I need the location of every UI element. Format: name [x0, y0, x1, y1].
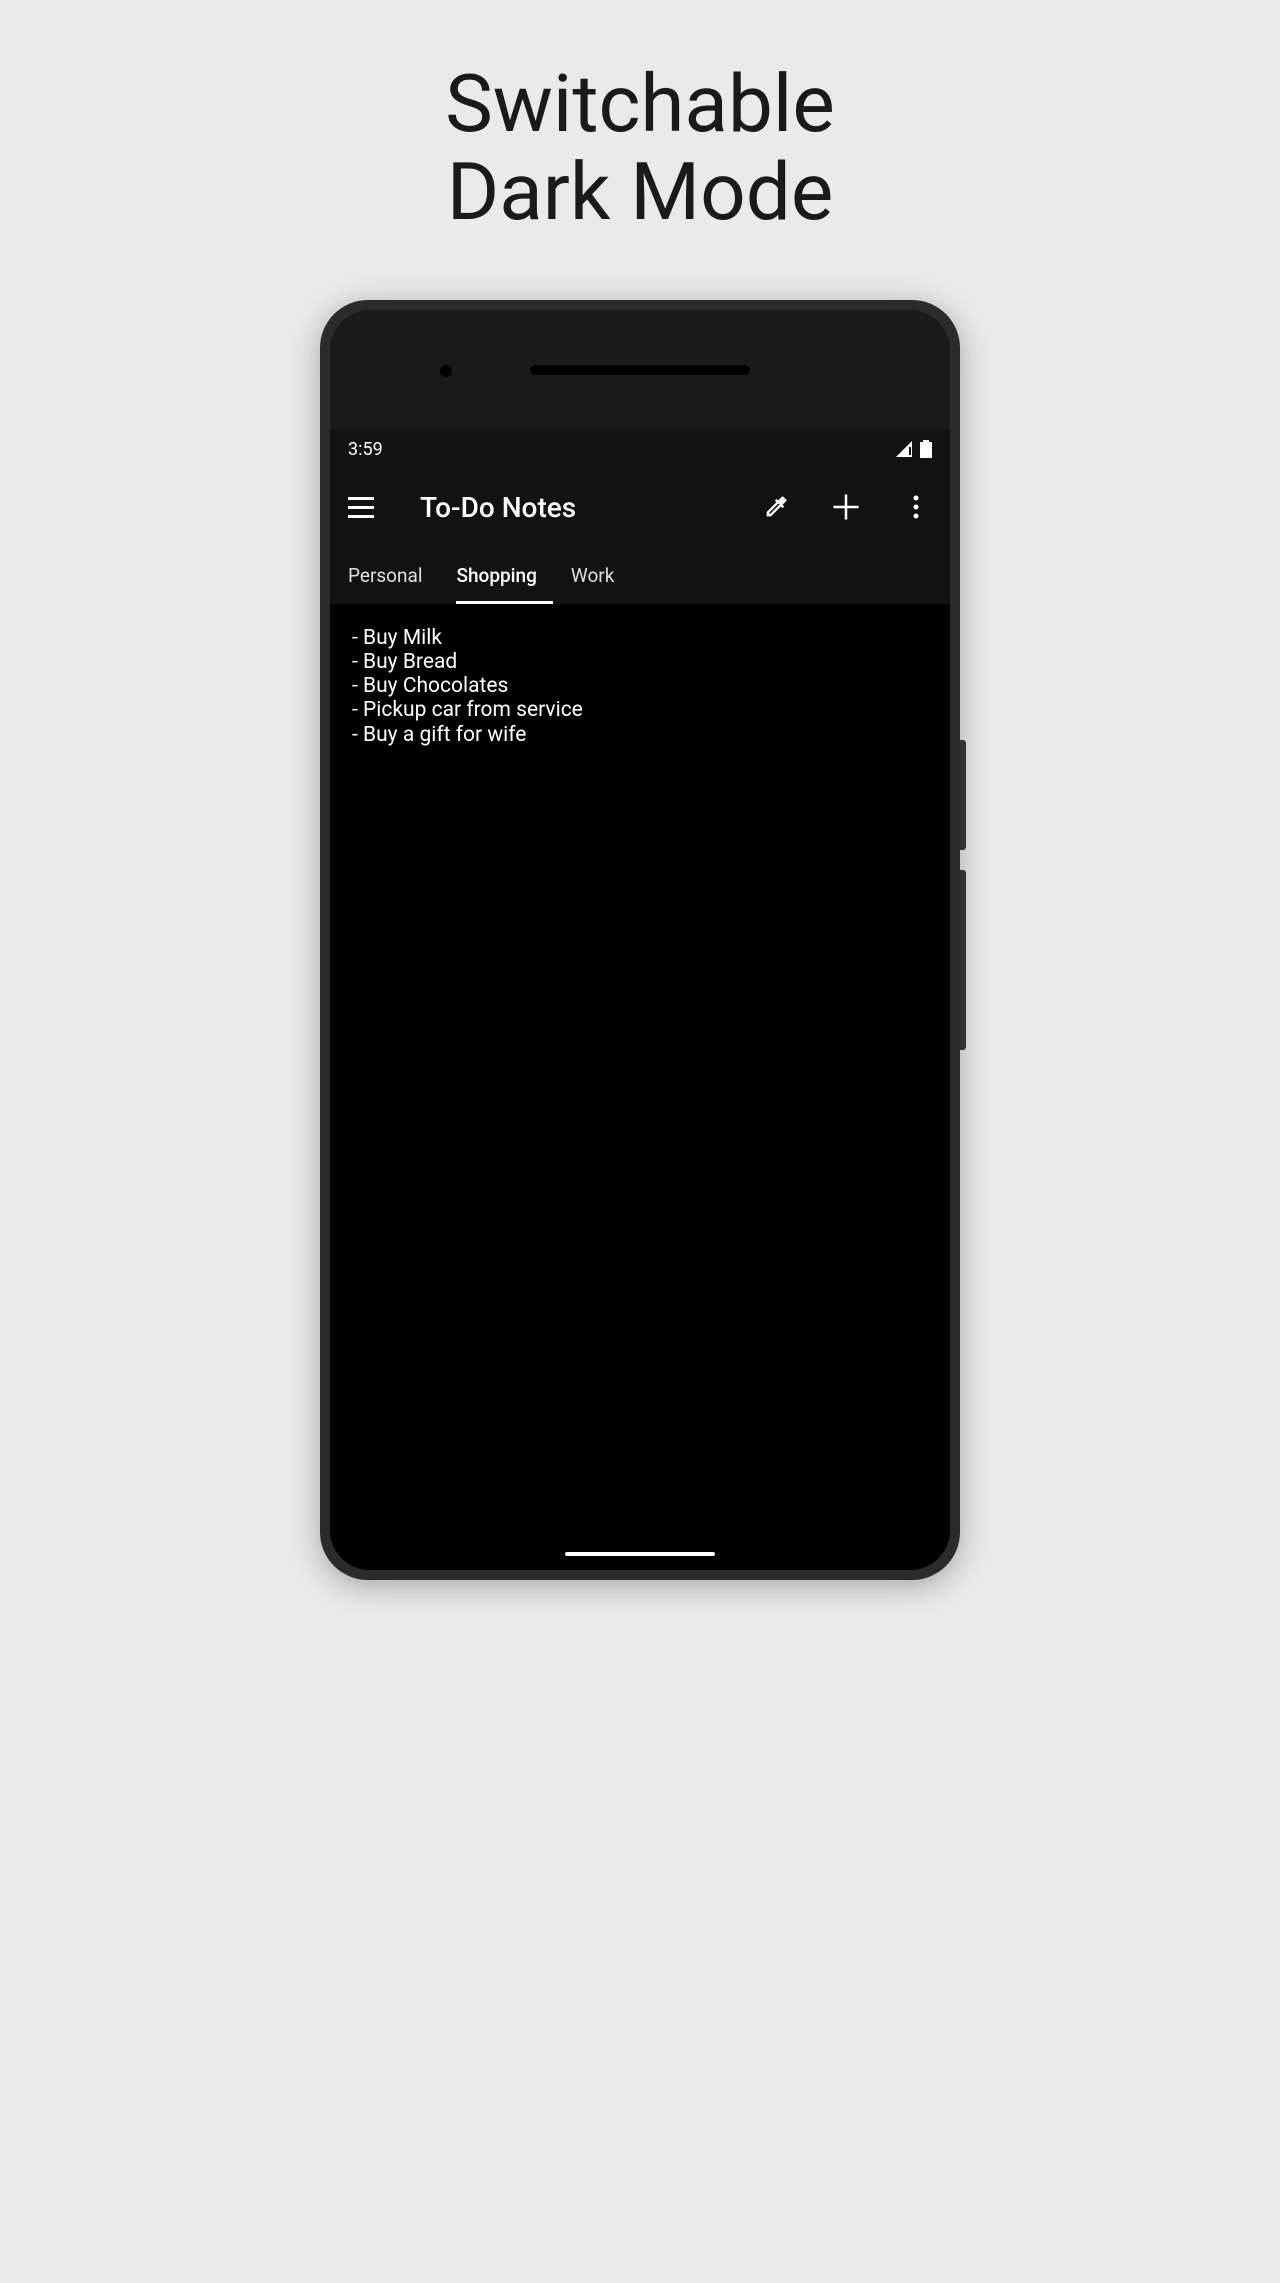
tabs: Personal Shopping Work	[330, 546, 950, 604]
promo-line-1: Switchable	[0, 60, 1280, 148]
note-line: - Buy Chocolates	[352, 674, 928, 698]
promo-heading: Switchable Dark Mode	[0, 0, 1280, 236]
screen: 3:59	[330, 430, 950, 1570]
phone-mockup: 3:59	[320, 300, 960, 1580]
app-header: To-Do Notes	[330, 468, 950, 546]
header-actions	[760, 491, 932, 523]
more-vertical-icon	[913, 495, 919, 519]
color-picker-button[interactable]	[760, 491, 792, 523]
plus-icon	[831, 492, 861, 522]
status-right	[896, 440, 932, 458]
status-time: 3:59	[348, 439, 383, 460]
note-line: - Pickup car from service	[352, 698, 928, 722]
note-line: - Buy a gift for wife	[352, 723, 928, 747]
note-content[interactable]: - Buy Milk - Buy Bread - Buy Chocolates …	[330, 604, 950, 1570]
phone-inner: 3:59	[330, 310, 950, 1570]
add-button[interactable]	[830, 491, 862, 523]
tab-work[interactable]: Work	[571, 550, 630, 604]
phone-side-button	[960, 870, 966, 1050]
note-line: - Buy Milk	[352, 626, 928, 650]
battery-icon	[920, 440, 932, 458]
eyedropper-icon	[762, 493, 790, 521]
note-line: - Buy Bread	[352, 650, 928, 674]
status-bar: 3:59	[330, 430, 950, 468]
phone-top-bezel	[330, 310, 950, 430]
app-title: To-Do Notes	[420, 491, 576, 524]
phone-frame: 3:59	[320, 300, 960, 1580]
menu-button[interactable]	[348, 492, 378, 522]
signal-icon	[896, 441, 914, 457]
more-button[interactable]	[900, 491, 932, 523]
phone-side-button	[960, 740, 966, 850]
phone-camera	[440, 365, 452, 377]
phone-speaker	[530, 365, 750, 375]
tab-shopping[interactable]: Shopping	[456, 550, 552, 604]
promo-line-2: Dark Mode	[0, 148, 1280, 236]
home-indicator[interactable]	[565, 1552, 715, 1556]
tab-personal[interactable]: Personal	[348, 550, 438, 604]
